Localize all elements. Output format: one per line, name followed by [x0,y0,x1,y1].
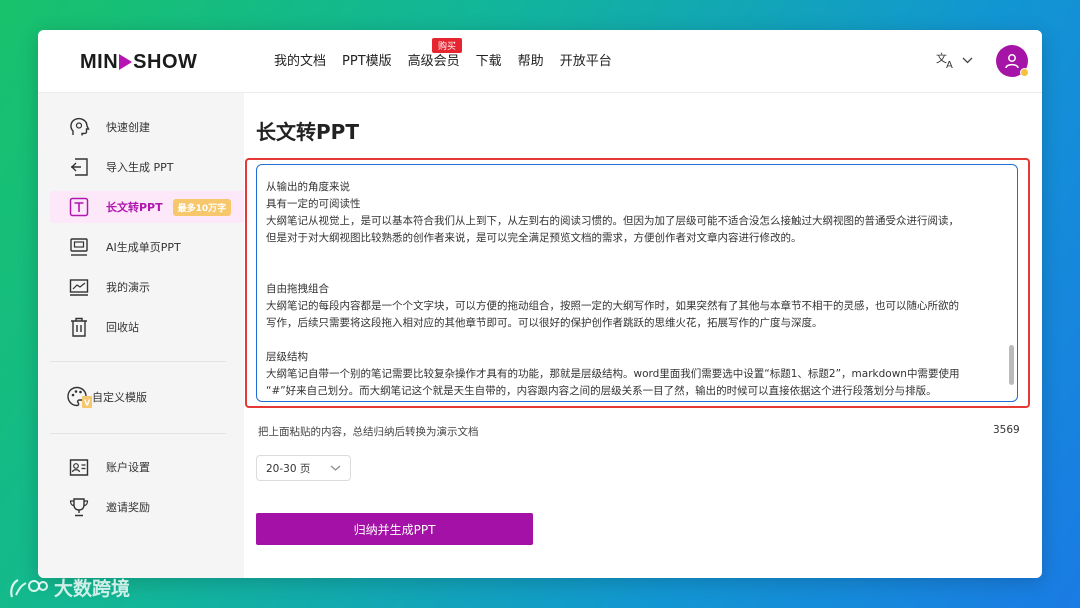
long-text-input[interactable]: 从输出的角度来说 具有一定的可阅读性 大纲笔记从视觉上，是可以基本符合我们从上到… [256,164,1018,402]
sidebar-divider [50,433,226,434]
sidebar-item-label: 账户设置 [106,461,150,474]
page-range-value: 20-30 页 [266,462,311,475]
text-line: 具有一定的可阅读性 [266,198,361,210]
text-line: 但是对于对大纲视图比较熟悉的创作者来说，是可以完全满足预览文档的需求，方便创作者… [266,232,802,244]
text-line: 从输出的角度来说 [266,181,350,193]
palette-icon: V [66,384,92,410]
sidebar-item-label: AI生成单页PPT [106,241,181,254]
text-line: 自由拖拽组合 [266,283,329,295]
id-card-icon [66,454,92,480]
sidebar-item-label: 回收站 [106,321,139,334]
watermark-logo-icon [10,578,48,597]
user-avatar[interactable] [996,45,1029,77]
sidebar-item-label: 我的演示 [106,281,150,294]
sidebar-item-label: 长文转PPT [106,201,163,214]
text-line: 大纲笔记的每段内容都是一个个文字块，可以方便的拖动组合，按照一定的大纲写作时，如… [266,300,959,312]
editor-scrollbar[interactable] [1009,345,1014,385]
sidebar-item-label: 自定义模版 [92,391,147,404]
user-icon [1005,54,1019,69]
chevron-down-icon [330,465,341,471]
nav-open-platform[interactable]: 开放平台 [560,50,612,69]
sidebar-divider [50,361,226,362]
sidebar-item-ai-single[interactable]: AI生成单页PPT [50,231,244,263]
status-dot [1020,68,1029,77]
sidebar-item-custom-template[interactable]: V 自定义模版 [50,381,244,413]
text-line: 层级结构 [266,351,308,363]
play-icon [119,54,133,70]
logo-text-right: SHOW [133,50,198,73]
sidebar-item-account-settings[interactable]: 账户设置 [50,451,244,483]
sidebar-item-my-presentations[interactable]: 我的演示 [50,271,244,303]
nav-help[interactable]: 帮助 [518,50,544,69]
lightbulb-head-icon [66,114,92,140]
sidebar-item-invite-rewards[interactable]: 邀请奖励 [50,491,244,523]
text-line: 大纲笔记从视觉上，是可以基本符合我们从上到下，从左到右的阅读习惯的。但因为加了层… [266,215,959,227]
translate-icon: 文 A [936,51,953,69]
watermark: 大数跨境 [8,574,130,601]
sidebar-item-label: 邀请奖励 [106,501,150,514]
input-hint: 把上面粘贴的内容，总结归纳后转换为演示文档 [258,426,479,438]
sidebar-item-long-text[interactable]: 长文转PPT 最多10万字 [50,191,244,223]
svg-text:A: A [946,60,953,69]
nav-my-docs[interactable]: 我的文档 [274,50,326,69]
app-window: MIN SHOW 我的文档 PPT模版 高级会员 下载 帮助 开放平台 购买 文… [38,30,1042,578]
text-t-icon [66,194,92,220]
generate-ppt-button[interactable]: 归纳并生成PPT [256,513,533,545]
sidebar-item-trash[interactable]: 回收站 [50,311,244,343]
text-line: 大纲笔记自带一个别的笔记需要比较复杂操作才具有的功能，那就是层级结构。word里… [266,368,960,380]
char-count: 3569 [993,424,1020,436]
editor-content: 从输出的角度来说 具有一定的可阅读性 大纲笔记从视觉上，是可以基本符合我们从上到… [266,179,1002,400]
presentation-icon [66,274,92,300]
watermark-text: 大数跨境 [54,578,131,600]
page-range-select[interactable]: 20-30 页 [256,455,351,481]
sidebar: 快速创建 导入生成 PPT 长文转PPT 最多10万字 AI生成单页PPT 我的… [38,93,244,578]
sidebar-item-label: 快速创建 [106,121,150,134]
sidebar-item-import[interactable]: 导入生成 PPT [50,151,244,183]
top-header: MIN SHOW 我的文档 PPT模版 高级会员 下载 帮助 开放平台 购买 文… [38,30,1042,93]
import-icon [66,154,92,180]
logo[interactable]: MIN SHOW [80,50,197,74]
logo-text-left: MIN [80,50,119,73]
max-words-tag: 最多10万字 [172,198,232,216]
main-nav: 我的文档 PPT模版 高级会员 下载 帮助 开放平台 购买 [274,38,612,69]
chevron-down-icon [962,57,973,63]
language-switcher[interactable]: 文 A [936,51,973,69]
sidebar-item-quick-create[interactable]: 快速创建 [50,111,244,143]
trophy-icon [66,494,92,520]
trash-icon [66,314,92,340]
nav-download[interactable]: 下载 [476,50,502,69]
ai-slide-icon [66,234,92,260]
text-line: 写作，后续只需要将这段拖入相对应的其他章节即可。可以很好的保护创作者跳跃的思维火… [266,317,823,329]
sidebar-item-label: 导入生成 PPT [106,161,174,174]
svg-text:V: V [84,399,91,408]
buy-badge[interactable]: 购买 [432,38,463,53]
nav-ppt-templates[interactable]: PPT模版 [342,50,392,69]
text-line: “#”好来自己划分。而大纲笔记这个就是天生自带的，内容跟内容之间的层级关系一目了… [266,385,937,397]
page-title: 长文转PPT [256,120,359,144]
